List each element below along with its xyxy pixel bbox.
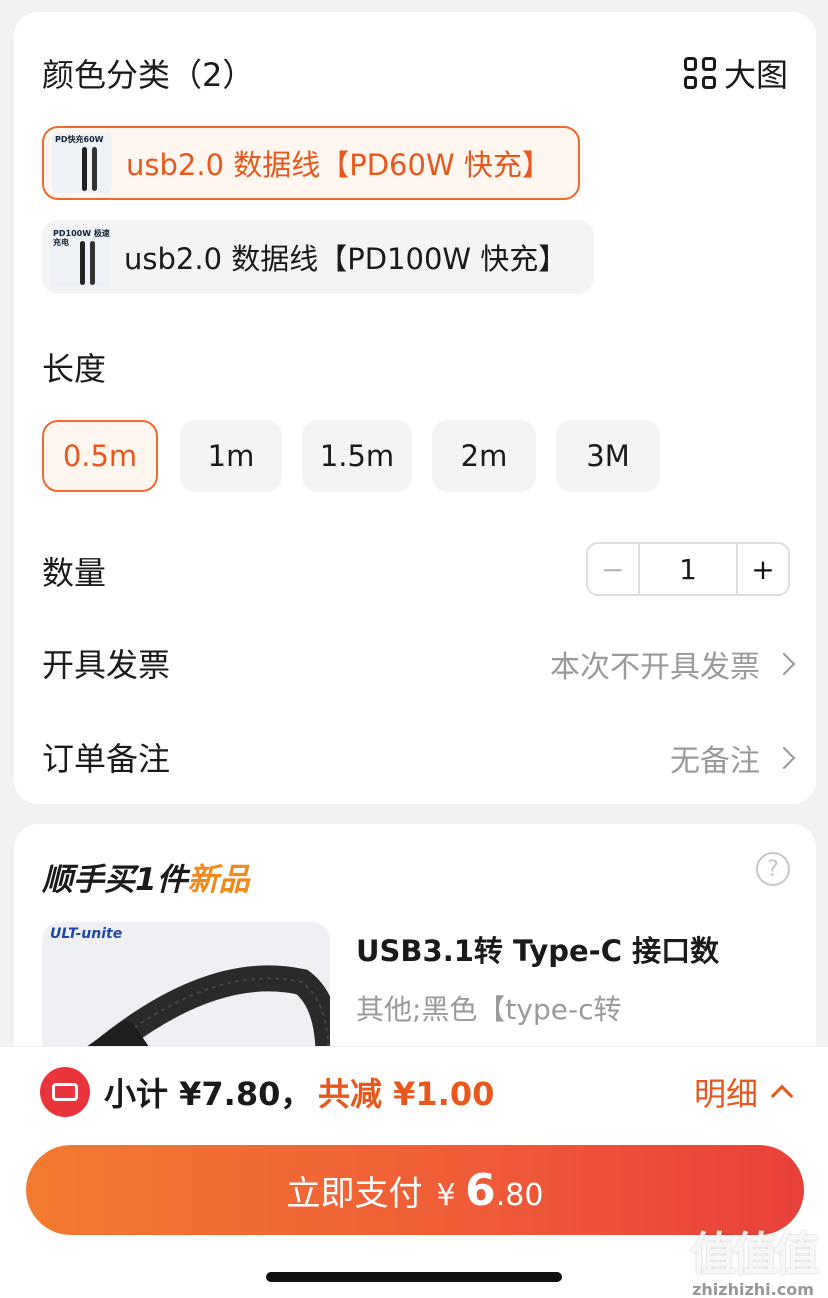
help-icon[interactable]: ? xyxy=(756,852,790,886)
price-detail-label: 明细 xyxy=(693,1075,758,1113)
pay-now-button[interactable]: 立即支付 ¥ 6.80 xyxy=(26,1145,804,1235)
watermark-site: zhizhizhi.com xyxy=(692,1280,814,1298)
pay-now-label: 立即支付 xyxy=(286,1173,423,1214)
pay-amount: ¥ 6.80 xyxy=(436,1164,544,1216)
coupon-icon xyxy=(40,1067,90,1117)
quantity-section-title: 数量 xyxy=(42,554,107,592)
addon-product-title[interactable]: USB3.1转 Type-C 接口数 xyxy=(356,928,719,970)
grid-view-icon xyxy=(683,57,716,89)
subtotal-text: 小计 ¥7.80， xyxy=(104,1075,313,1113)
chevron-right-icon xyxy=(772,652,796,676)
variant-label: usb2.0 数据线【PD60W 快充】 xyxy=(126,148,551,182)
length-section-title: 长度 xyxy=(42,350,107,388)
new-tag: 新品 xyxy=(187,862,250,898)
big-view-button[interactable]: 大图 xyxy=(683,50,788,96)
addon-product-spec: 其他;黑色【type-c转 xyxy=(356,993,622,1026)
home-indicator[interactable] xyxy=(266,1272,562,1282)
length-option-1.5m[interactable]: 1.5m xyxy=(302,420,412,492)
quantity-value[interactable]: 1 xyxy=(640,544,736,594)
invoice-value: 本次不开具发票 xyxy=(550,650,760,685)
variant-thumbnail: PD快充60W xyxy=(52,133,112,193)
quantity-decrement-button[interactable]: − xyxy=(588,544,640,594)
variant-option-pd100w[interactable]: PD100W 极速充电 usb2.0 数据线【PD100W 快充】 xyxy=(42,220,594,294)
spec-card: 颜色分类（2） 大图 PD快充60W usb2.0 数据线【PD60W 快充】 … xyxy=(14,12,816,804)
length-option-3m[interactable]: 3M xyxy=(556,420,660,492)
variant-option-pd60w[interactable]: PD快充60W usb2.0 数据线【PD60W 快充】 xyxy=(42,126,580,200)
variant-label: usb2.0 数据线【PD100W 快充】 xyxy=(124,242,568,276)
big-view-label: 大图 xyxy=(723,56,788,94)
order-note-row-title: 订单备注 xyxy=(42,740,171,778)
invoice-row-title: 开具发票 xyxy=(42,646,171,684)
order-note-row[interactable]: 无备注 xyxy=(670,736,796,780)
chevron-up-icon xyxy=(770,1084,794,1108)
price-detail-button[interactable]: 明细 xyxy=(693,1069,794,1115)
length-option-1m[interactable]: 1m xyxy=(180,420,282,492)
length-option-0.5m[interactable]: 0.5m xyxy=(42,420,158,492)
color-section-title: 颜色分类（2） xyxy=(42,56,255,94)
invoice-row[interactable]: 本次不开具发票 xyxy=(550,642,796,686)
brand-logo: ULT-unite xyxy=(50,926,123,942)
length-option-2m[interactable]: 2m xyxy=(432,420,536,492)
quantity-stepper: − 1 + xyxy=(586,542,790,596)
watermark: 值值值 zhizhizhi.com xyxy=(690,1218,820,1298)
quantity-increment-button[interactable]: + xyxy=(736,544,788,594)
chevron-right-icon xyxy=(772,746,796,770)
discount-text: 共减 ¥1.00 xyxy=(318,1075,495,1113)
addon-card: 顺手买1件新品 ? ULT-unite USB3.1转 Type-C 接口数 其… xyxy=(14,824,816,1084)
watermark-logo: 值值值 xyxy=(690,1227,820,1281)
variant-thumbnail: PD100W 极速充电 xyxy=(50,227,110,287)
addon-title: 顺手买1件新品 xyxy=(42,862,250,898)
order-note-value: 无备注 xyxy=(670,744,760,779)
